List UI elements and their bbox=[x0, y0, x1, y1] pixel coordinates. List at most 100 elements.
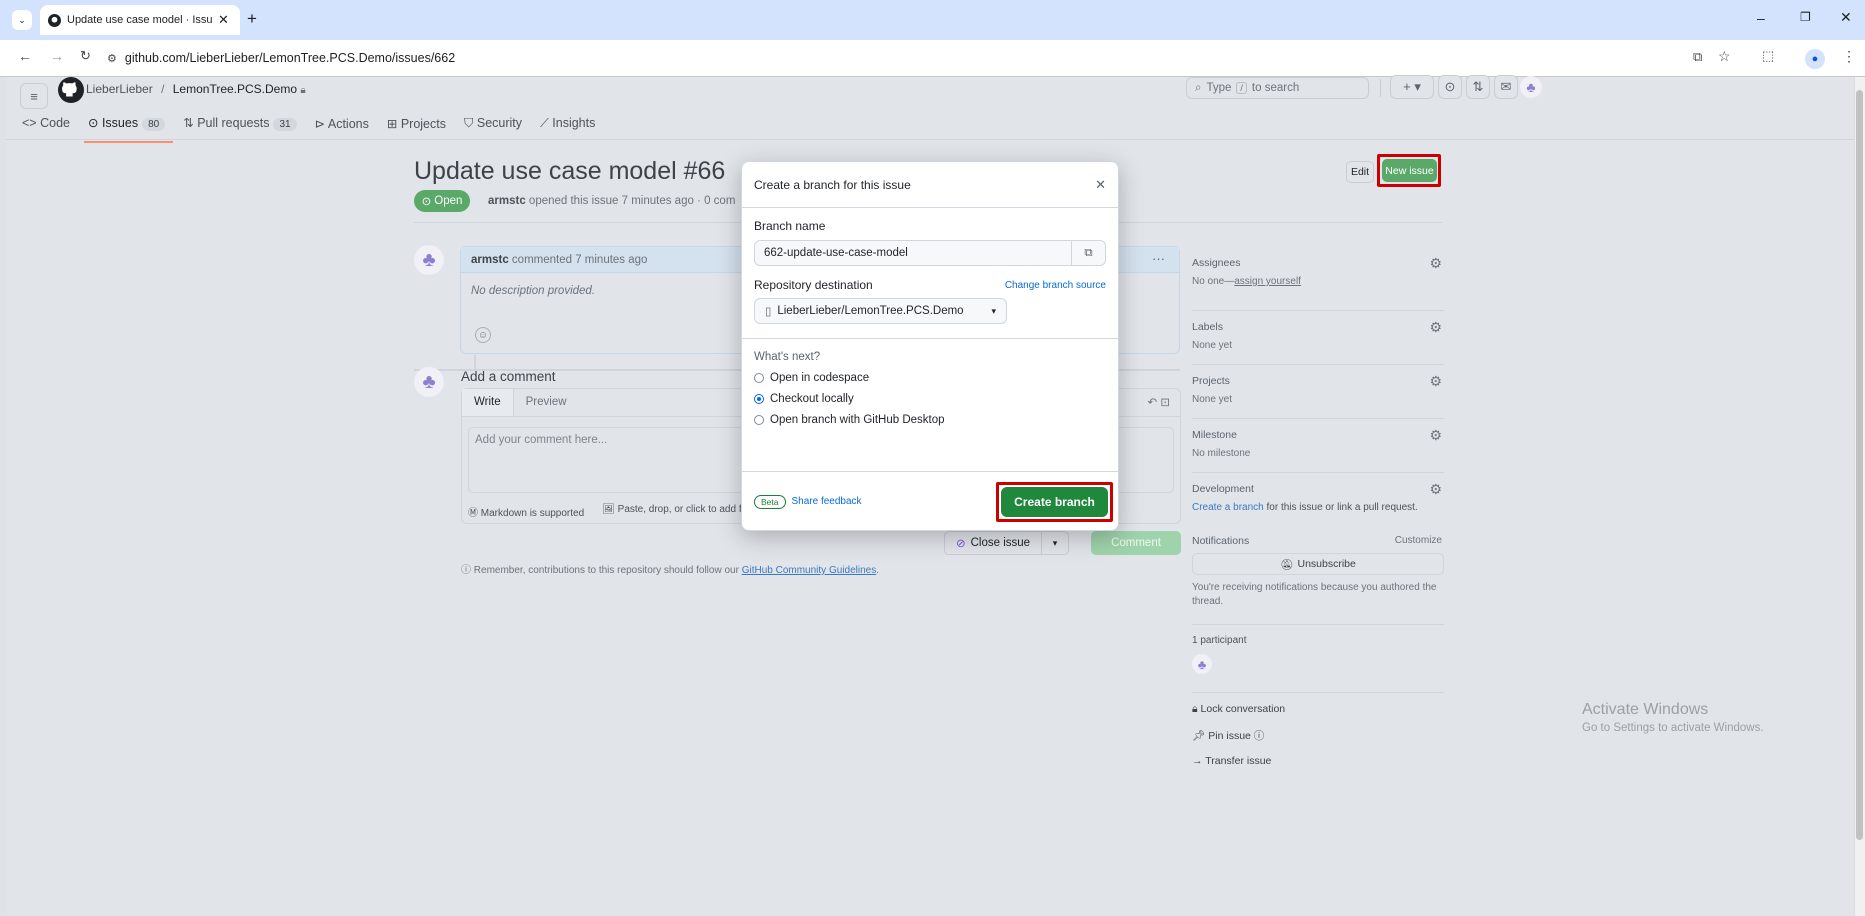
markdown-link[interactable]: Ⓜ Markdown is supported bbox=[468, 504, 584, 519]
issue-state-badge: ⊙ Open bbox=[414, 190, 470, 212]
cast-icon[interactable]: ⧉ bbox=[1693, 49, 1702, 65]
info-icon: ⓘ bbox=[461, 565, 471, 576]
close-issue-dropdown[interactable]: ▾ bbox=[1042, 538, 1068, 549]
back-icon[interactable]: ← bbox=[18, 48, 32, 64]
minimize-button[interactable]: – bbox=[1757, 10, 1765, 26]
search-input[interactable]: ⌕ Type / to search bbox=[1186, 77, 1369, 99]
issues-shortcut-button[interactable]: ⊙ bbox=[1438, 75, 1462, 99]
milestone-value: No milestone bbox=[1192, 448, 1251, 459]
guidelines-link[interactable]: GitHub Community Guidelines bbox=[742, 565, 877, 576]
comment-submit-button[interactable]: Comment bbox=[1091, 531, 1181, 555]
projects-gear-icon[interactable]: ⚙ bbox=[1429, 373, 1442, 390]
assignees-gear-icon[interactable]: ⚙ bbox=[1429, 255, 1442, 272]
extensions-icon[interactable]: ⬚ bbox=[1762, 48, 1774, 64]
option-open-codespace[interactable]: Open in codespace bbox=[754, 372, 1106, 384]
tab-pull-requests[interactable]: ⇅ Pull requests 31 bbox=[183, 115, 297, 131]
repo-owner-link[interactable]: LieberLieber bbox=[86, 82, 153, 96]
repo-destination-select[interactable]: ▯ LieberLieber/LemonTree.PCS.Demo ▾ bbox=[754, 298, 1007, 324]
tab-write[interactable]: Write bbox=[462, 389, 514, 416]
milestone-heading[interactable]: Milestone bbox=[1192, 429, 1444, 441]
create-branch-link[interactable]: Create a branch bbox=[1192, 502, 1264, 513]
copy-icon[interactable]: ⧉ bbox=[1071, 241, 1105, 265]
close-window-button[interactable]: ✕ bbox=[1840, 9, 1852, 26]
github-logo-icon[interactable] bbox=[58, 77, 84, 103]
labels-heading[interactable]: Labels bbox=[1192, 321, 1444, 333]
tab-code[interactable]: <> Code bbox=[22, 116, 70, 130]
info-icon[interactable]: ⓘ bbox=[1254, 730, 1265, 742]
branch-name-input[interactable]: 662-update-use-case-model ⧉ bbox=[754, 240, 1106, 266]
bookmark-star-icon[interactable]: ☆ bbox=[1718, 48, 1731, 65]
option-github-desktop[interactable]: Open branch with GitHub Desktop bbox=[754, 414, 1106, 426]
radio-codespace[interactable] bbox=[754, 373, 764, 383]
issue-meta-text: opened this issue 7 minutes ago · 0 com bbox=[528, 195, 736, 207]
labels-gear-icon[interactable]: ⚙ bbox=[1429, 319, 1442, 336]
user-avatar[interactable]: ♣ bbox=[1520, 76, 1542, 98]
fullscreen-icon[interactable]: ⊡ bbox=[1160, 397, 1170, 409]
notifications-section: Notifications Customize 🔕︎ Unsubscribe Yo… bbox=[1192, 529, 1444, 625]
new-issue-button[interactable]: New issue bbox=[1382, 159, 1437, 182]
branch-name-value: 662-update-use-case-model bbox=[764, 247, 908, 259]
create-new-button[interactable]: + ▾ bbox=[1390, 75, 1434, 99]
tab-actions[interactable]: ⊳ Actions bbox=[315, 116, 369, 131]
share-feedback-link[interactable]: Share feedback bbox=[792, 496, 862, 507]
create-branch-dialog: Create a branch for this issue ✕ Branch … bbox=[741, 161, 1119, 531]
participant-avatar[interactable]: ♣ bbox=[1192, 654, 1212, 674]
customize-link[interactable]: Customize bbox=[1395, 535, 1442, 546]
comment-author-link[interactable]: armstc bbox=[471, 254, 509, 266]
site-info-icon[interactable]: ⚙ bbox=[107, 52, 117, 65]
change-branch-source-link[interactable]: Change branch source bbox=[1005, 280, 1106, 291]
projects-section: Projects ⚙ None yet bbox=[1192, 365, 1444, 419]
development-heading[interactable]: Development bbox=[1192, 483, 1444, 495]
unsubscribe-button[interactable]: 🔕︎ Unsubscribe bbox=[1192, 553, 1444, 575]
new-tab-button[interactable]: + bbox=[247, 9, 257, 29]
scrollbar-thumb[interactable] bbox=[1856, 90, 1863, 840]
tab-security[interactable]: ⛉ Security bbox=[464, 116, 522, 131]
milestone-gear-icon[interactable]: ⚙ bbox=[1429, 427, 1442, 444]
editor-footer: Ⓜ Markdown is supported 🖼︎ Paste, drop, … bbox=[468, 504, 757, 519]
tab-insights[interactable]: ⟋ Insights bbox=[540, 116, 595, 131]
radio-checkout-locally[interactable] bbox=[754, 394, 764, 404]
tab-search-button[interactable]: ⌄ bbox=[12, 10, 32, 30]
create-branch-button[interactable]: Create branch bbox=[1001, 487, 1108, 517]
issue-author-link[interactable]: armstc bbox=[488, 195, 526, 207]
guidelines-end: . bbox=[876, 565, 879, 576]
repo-name-link[interactable]: LemonTree.PCS.Demo bbox=[173, 82, 297, 96]
attach-files-button[interactable]: 🖼︎ Paste, drop, or click to add files bbox=[602, 504, 756, 519]
edit-button[interactable]: Edit bbox=[1346, 161, 1374, 183]
pin-issue-button[interactable]: 📌︎ Pin issue ⓘ bbox=[1192, 728, 1444, 743]
assignees-heading[interactable]: Assignees bbox=[1192, 257, 1444, 269]
hamburger-menu-button[interactable]: ≡ bbox=[20, 83, 48, 109]
shield-icon: ⛉ bbox=[463, 115, 474, 130]
assignees-section: Assignees ⚙ No one—assign yourself bbox=[1192, 255, 1444, 311]
guidelines-note: ⓘ Remember, contributions to this reposi… bbox=[461, 561, 879, 576]
comment-options-button[interactable]: ··· bbox=[1152, 251, 1165, 266]
option-checkout-locally[interactable]: Checkout locally bbox=[754, 393, 1106, 405]
forward-icon[interactable]: → bbox=[50, 48, 64, 64]
assign-yourself-link[interactable]: assign yourself bbox=[1234, 276, 1301, 287]
address-bar-row: ← → ↻ ⚙ github.com/LieberLieber/LemonTre… bbox=[0, 40, 1865, 77]
restore-button[interactable]: ❐ bbox=[1800, 10, 1811, 24]
development-gear-icon[interactable]: ⚙ bbox=[1429, 481, 1442, 498]
radio-github-desktop[interactable] bbox=[754, 415, 764, 425]
transfer-issue-button[interactable]: → Transfer issue bbox=[1192, 755, 1444, 767]
pull-requests-shortcut-button[interactable]: ⇅ bbox=[1466, 75, 1490, 99]
option-desktop-label: Open branch with GitHub Desktop bbox=[770, 414, 945, 426]
reload-icon[interactable]: ↻ bbox=[80, 48, 91, 64]
close-issue-button[interactable]: ⊘ Close issue bbox=[945, 532, 1042, 554]
projects-heading[interactable]: Projects bbox=[1192, 375, 1444, 387]
tab-close-icon[interactable]: ✕ bbox=[218, 12, 229, 28]
lock-conversation-button[interactable]: 🔒︎ Lock conversation bbox=[1192, 703, 1444, 716]
commenter-avatar[interactable]: ♣ bbox=[414, 245, 444, 275]
browser-tab[interactable]: Update use case model · Issue #662 ✕ bbox=[40, 5, 240, 35]
url-field[interactable]: ⚙ github.com/LieberLieber/LemonTree.PCS.… bbox=[107, 45, 1707, 71]
tab-issues[interactable]: ⊙ Issues 80 bbox=[83, 115, 174, 143]
participants-heading: 1 participant bbox=[1192, 635, 1247, 646]
tab-preview[interactable]: Preview bbox=[514, 389, 579, 416]
browser-menu-icon[interactable]: ⋮ bbox=[1842, 48, 1856, 65]
reply-icon[interactable]: ↶ bbox=[1148, 397, 1158, 409]
add-reaction-button[interactable]: ☺ bbox=[475, 327, 491, 343]
tab-projects[interactable]: ⊞ Projects bbox=[387, 116, 446, 131]
close-icon[interactable]: ✕ bbox=[1095, 177, 1106, 193]
inbox-button[interactable]: ✉ bbox=[1494, 75, 1518, 99]
profile-icon[interactable]: ● bbox=[1805, 49, 1825, 69]
